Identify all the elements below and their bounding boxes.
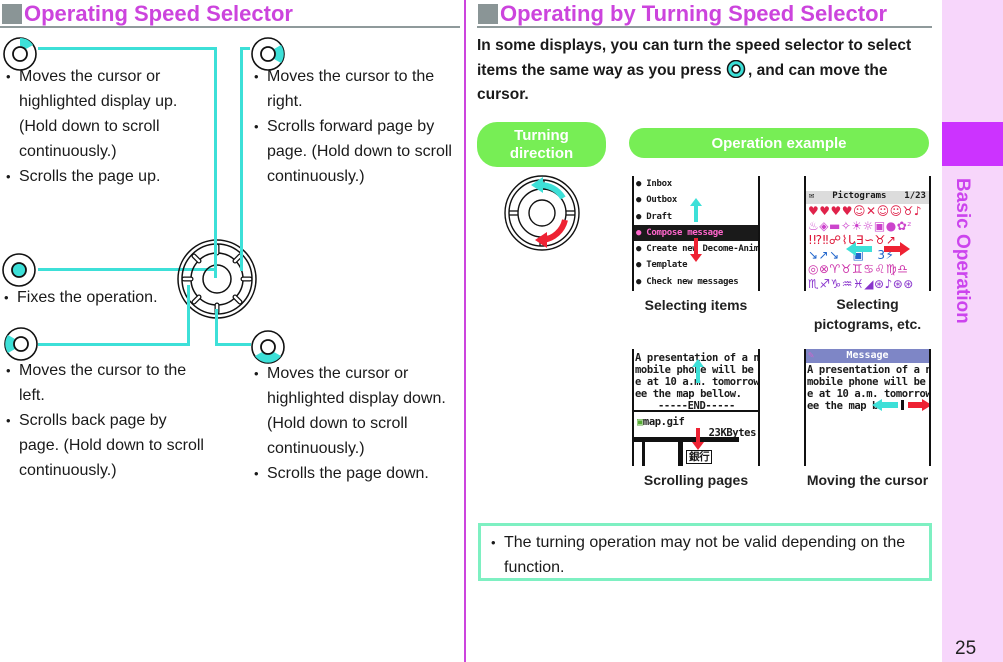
- message-header-title: Message: [846, 350, 889, 361]
- arrow-left-icon: [872, 399, 898, 411]
- heading-square-icon: [2, 4, 22, 24]
- speed-selector-center-icon: [2, 253, 36, 287]
- example-screen-selecting-items: ● Inbox ● Outbox ● Draft ● Compose messa…: [632, 176, 760, 291]
- right-item-2: Scrolls forward page by page. (Hold down…: [254, 114, 456, 189]
- divider: [634, 410, 758, 412]
- map-label: 銀行: [686, 450, 713, 464]
- pictogram-header-page: 1/23: [904, 191, 926, 201]
- section-title-text: Operating by Turning Speed Selector: [500, 1, 888, 26]
- left-description: Moves the cursor to the left. Scrolls ba…: [6, 358, 211, 483]
- arrow-left-icon: [846, 242, 872, 256]
- note-box: The turning operation may not be valid d…: [478, 523, 932, 581]
- pictogram-row: ♏♐♑♒♓◢⊛♪⊛⊛: [808, 276, 914, 291]
- message-line: mobile phone will be mad: [807, 376, 929, 388]
- center-item-1: Fixes the operation.: [4, 285, 184, 310]
- pictogram-row: ◎⊗♈♉♊♋♌♍♎: [808, 262, 909, 276]
- section-title-text: Operating Speed Selector: [24, 1, 293, 26]
- down-description: Moves the cursor or highlighted display …: [254, 361, 454, 486]
- up-item-1: Moves the cursor or highlighted display …: [6, 64, 206, 164]
- menu-item-label: Template: [646, 260, 688, 271]
- caption-selecting-items: Selecting items: [644, 297, 748, 313]
- speed-selector-down-icon: [251, 330, 285, 364]
- left-item-1: Moves the cursor to the left.: [6, 358, 211, 408]
- right-item-1: Moves the cursor to the right.: [254, 64, 456, 114]
- pictogram-header: ✉ Pictograms 1/23: [806, 191, 929, 204]
- example-screen-pictograms: ✉ Pictograms 1/23 ♥♥♥♥☺✕☺☺♉♪ ♨◈▬✧☀☼▣●✿ᶻ …: [804, 176, 931, 291]
- turning-label-line2: direction: [509, 144, 574, 162]
- center-description: Fixes the operation.: [4, 285, 184, 310]
- map-road-v2: [642, 441, 645, 466]
- pictogram-row: ♨◈▬✧☀☼▣●✿ᶻ: [808, 218, 913, 233]
- arrow-right-icon: [884, 242, 910, 256]
- message-icon: ✎: [808, 350, 815, 361]
- heading-rule: [477, 26, 932, 28]
- attachment-name: ▣map.gif: [636, 416, 685, 428]
- message-header: ✎ Message: [806, 349, 929, 363]
- pictogram-row: ♥♥♥♥☺✕☺☺♉♪: [808, 204, 923, 218]
- arrow-up-icon: [690, 198, 702, 222]
- section-title-turning-speed-selector: Operating by Turning Speed Selector: [478, 1, 887, 27]
- heading-rule: [0, 26, 460, 28]
- mail-icon: ✉: [809, 191, 815, 201]
- map-road: [634, 437, 739, 442]
- arrow-down-icon: [690, 238, 702, 262]
- caption-line1: Selecting: [836, 296, 899, 312]
- menu-item-label: Create new Decome-Anime: [646, 244, 760, 255]
- turning-direction-diagram: [504, 175, 580, 251]
- chapter-label: Basic Operation: [952, 178, 973, 324]
- caption-moving-cursor: Moving the cursor: [806, 472, 929, 488]
- speed-selector-left-icon: [4, 327, 38, 361]
- caption-line2: pictograms, etc.: [813, 316, 922, 332]
- connector-up: [38, 47, 217, 50]
- caption-scrolling-pages: Scrolling pages: [643, 472, 749, 488]
- example-screen-scrolling-pages: A presentation of a new mobile phone wil…: [632, 349, 760, 466]
- intro-text: In some displays, you can turn the speed…: [477, 34, 932, 108]
- chapter-sidebar: [942, 0, 1003, 662]
- menu-item-inbox: ● Inbox: [636, 179, 672, 189]
- connector-down-h: [215, 343, 251, 346]
- message-line: A presentation of a new: [807, 364, 931, 376]
- speed-selector-diagram: [177, 238, 257, 320]
- speed-selector-key-icon: [726, 59, 746, 78]
- menu-item-label: Inbox: [646, 179, 672, 189]
- arrow-right-icon: [908, 399, 929, 411]
- section-title-operating-speed-selector: Operating Speed Selector: [2, 1, 293, 27]
- menu-item-label: Outbox: [646, 195, 677, 206]
- text-cursor: [901, 400, 904, 410]
- operation-example-text: Operation example: [711, 134, 847, 152]
- message-line: ee the map bellow.: [635, 388, 742, 400]
- right-description: Moves the cursor to the right. Scrolls f…: [254, 64, 456, 189]
- attachment-text: map.gif: [642, 416, 685, 428]
- connector-right-h: [240, 47, 250, 50]
- up-description: Moves the cursor or highlighted display …: [6, 64, 206, 189]
- note-text: The turning operation may not be valid d…: [491, 530, 919, 580]
- chapter-tab-marker: [942, 122, 1003, 166]
- arrow-down-icon: [692, 428, 704, 450]
- pictogram-header-title: Pictograms: [832, 191, 887, 201]
- down-item-1: Moves the cursor or highlighted display …: [254, 361, 454, 461]
- caption-selecting-pictograms: Selecting pictograms, etc.: [796, 294, 939, 334]
- page-number: 25: [955, 638, 977, 659]
- menu-item-check-new-messages: ● Check new messages: [636, 276, 739, 287]
- menu-item-label: Check new messages: [646, 276, 739, 287]
- turning-direction-label: Turning direction: [477, 122, 606, 167]
- column-divider: [464, 0, 466, 662]
- turning-label-line1: Turning: [514, 126, 569, 144]
- heading-square-icon: [478, 4, 498, 24]
- example-screen-moving-cursor: ✎ Message A presentation of a new mobile…: [804, 349, 931, 466]
- left-item-2: Scrolls back page by page. (Hold down to…: [6, 408, 211, 483]
- menu-item-label: Draft: [646, 211, 672, 222]
- menu-item-label: Compose message: [646, 227, 724, 238]
- down-item-2: Scrolls the page down.: [254, 461, 454, 486]
- note-content: The turning operation may not be valid d…: [491, 530, 919, 580]
- connector-left-h: [38, 343, 190, 346]
- map-road-v: [678, 437, 683, 466]
- up-item-2: Scrolls the page up.: [6, 164, 206, 189]
- operation-example-label: Operation example: [629, 128, 929, 158]
- arrow-up-icon: [692, 359, 704, 383]
